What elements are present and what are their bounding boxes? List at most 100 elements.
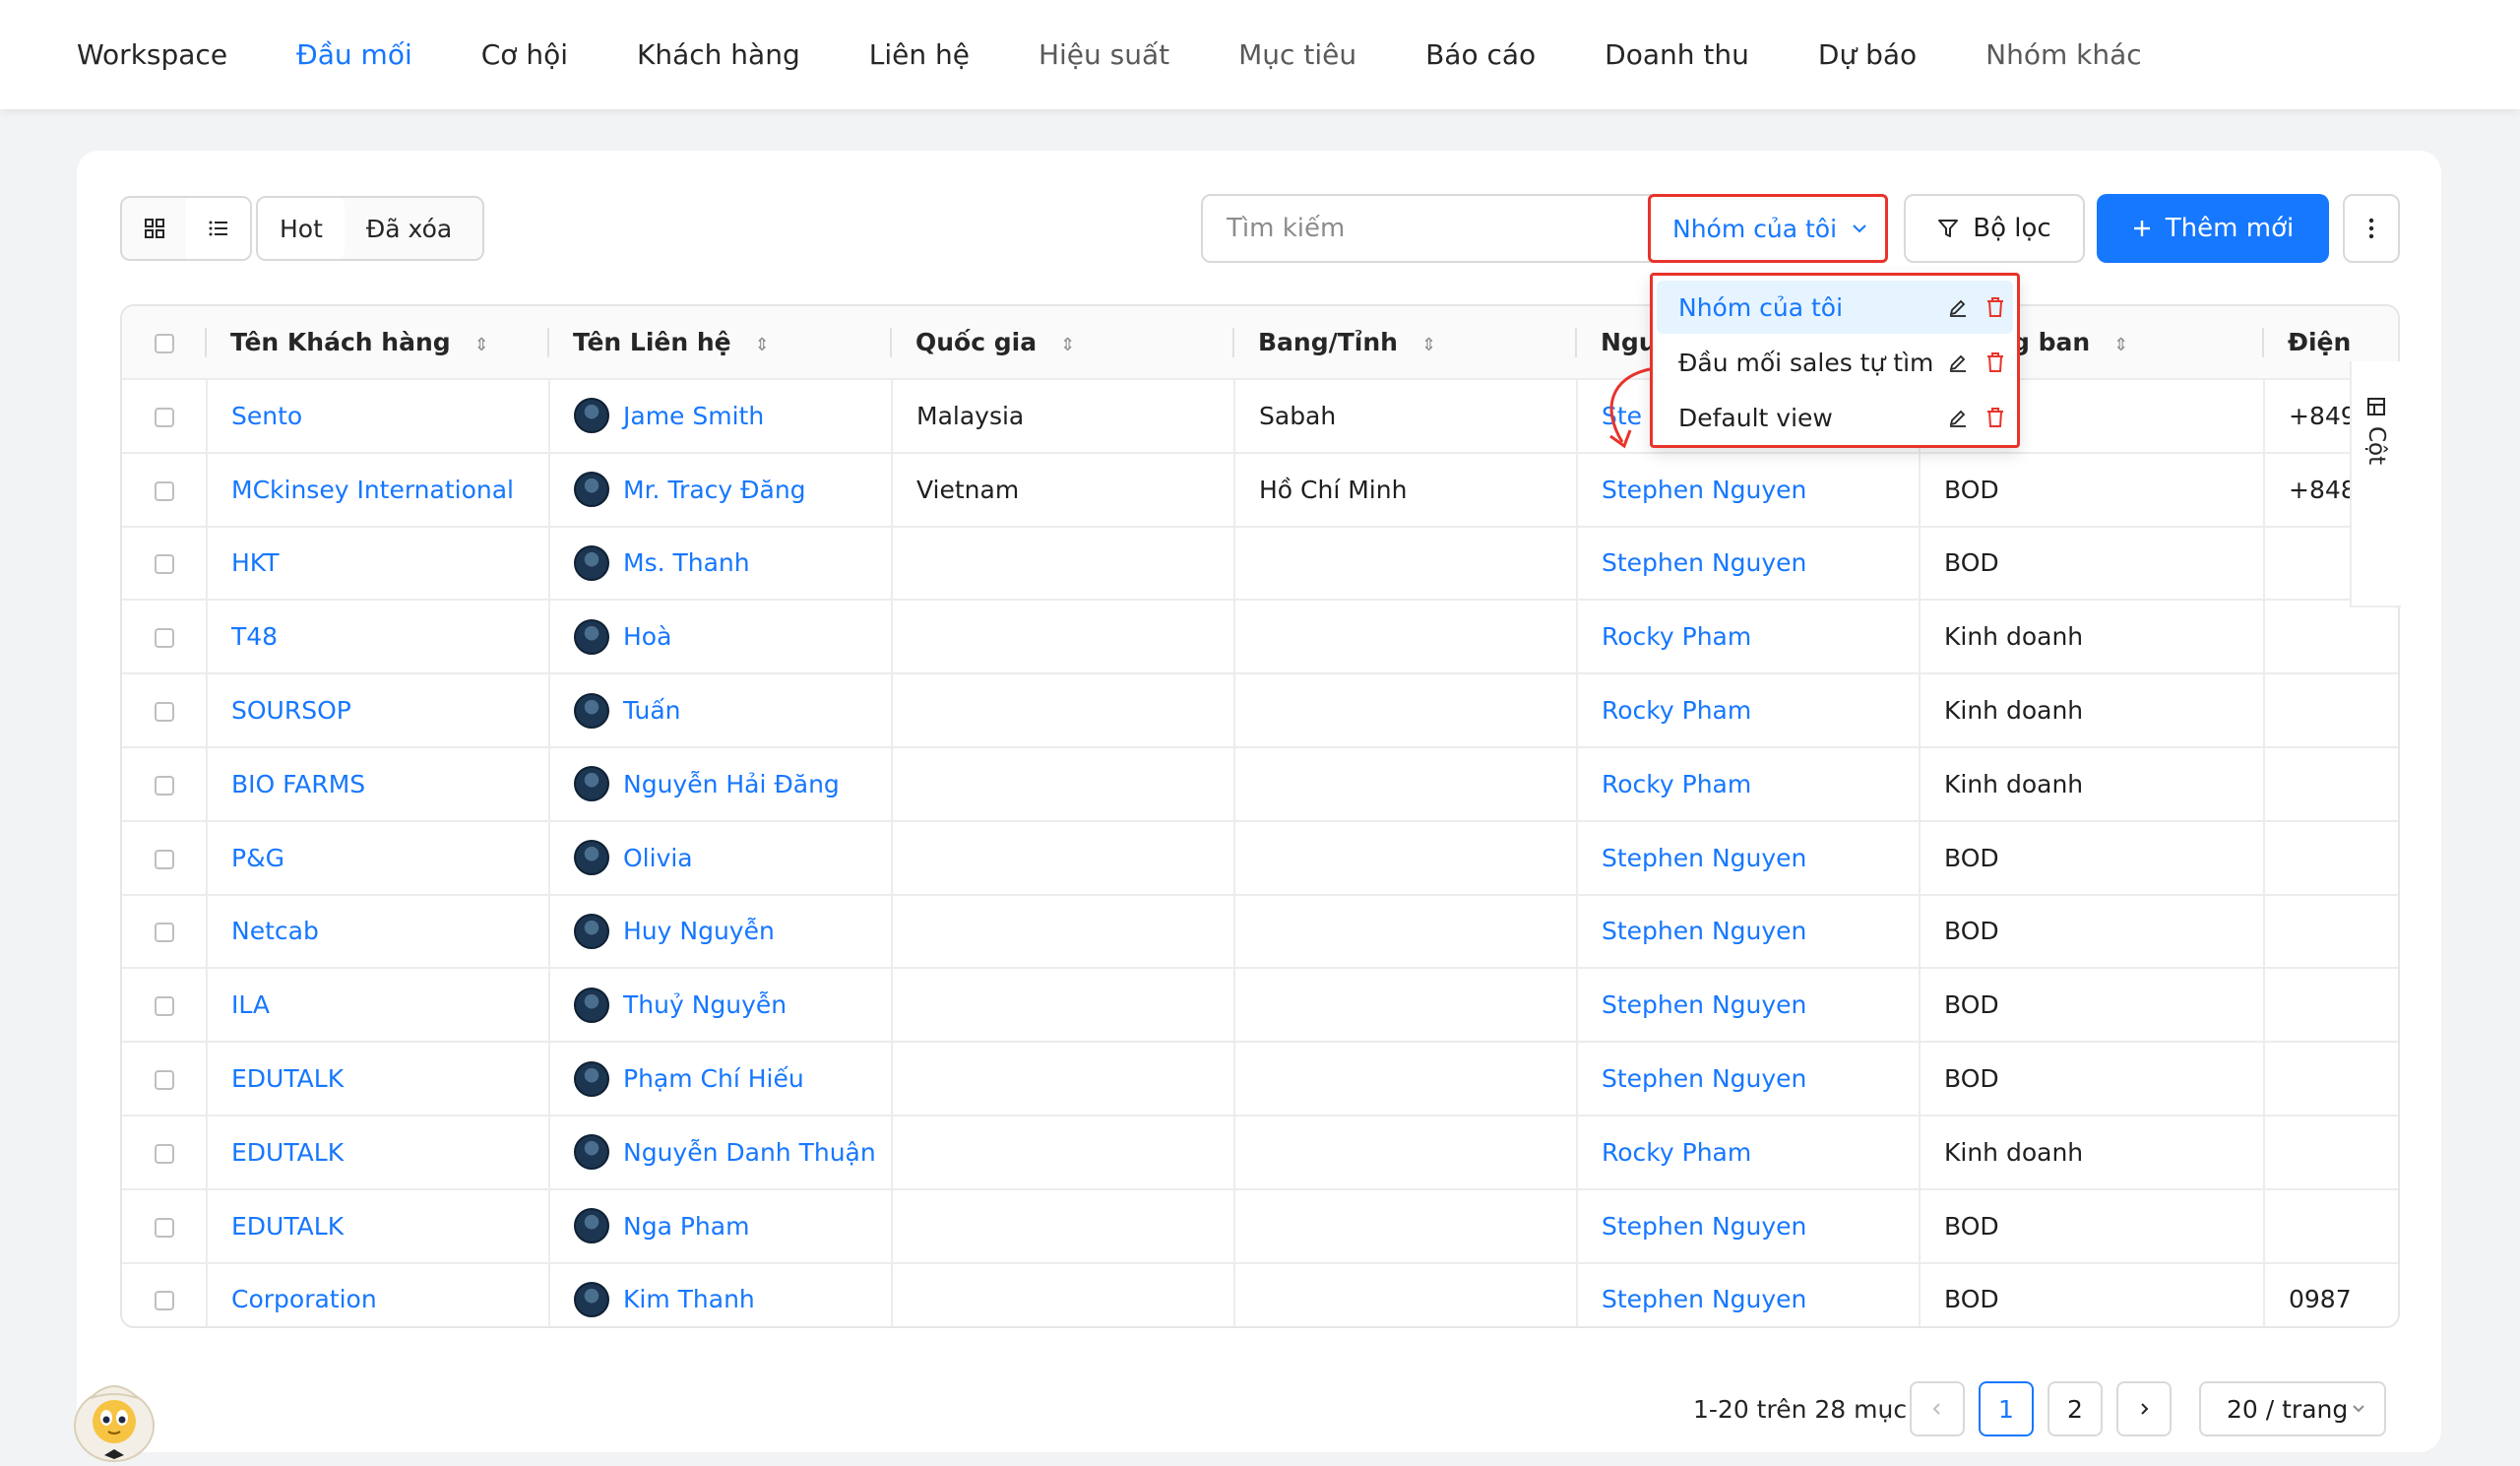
filter-button[interactable]: Bộ lọc [1904,194,2085,263]
nav-item[interactable]: Khách hàng [637,38,800,71]
row-checkbox[interactable] [154,554,174,575]
select-all-checkbox[interactable] [155,334,174,353]
row-checkbox[interactable] [154,849,174,869]
page-size-select[interactable]: 20 / trang [2199,1381,2386,1436]
sort-icon[interactable]: ⇕ [474,335,489,355]
dropdown-item[interactable]: Default view [1657,391,2013,444]
table-row[interactable]: EDUTALK Phạm Chí Hiếu Stephen Nguyen BOD [122,1042,2398,1116]
contact-link[interactable]: Ms. Thanh [574,544,867,581]
owner-link[interactable]: Rocky Pham [1602,622,1751,651]
nav-item[interactable]: Cơ hội [481,38,568,71]
row-checkbox[interactable] [154,407,174,427]
table-row[interactable]: T48 Hoà Rocky Pham Kinh doanh [122,600,2398,675]
customer-link[interactable]: T48 [231,622,278,651]
delete-icon[interactable] [1985,407,2005,428]
customer-link[interactable]: P&G [231,844,284,872]
sort-icon[interactable]: ⇕ [2113,335,2128,355]
customer-link[interactable]: HKT [231,548,280,577]
more-options-button[interactable] [2343,194,2400,263]
owner-link[interactable]: Rocky Pham [1602,770,1751,798]
table-row[interactable]: EDUTALK Nga Pham Stephen Nguyen BOD [122,1188,2398,1264]
owner-link[interactable]: Stephen Nguyen [1602,1212,1806,1241]
table-row[interactable]: Netcab Huy Nguyễn Stephen Nguyen BOD [122,894,2398,970]
sort-icon[interactable]: ⇕ [1421,335,1436,355]
contact-link[interactable]: Tuấn [574,692,867,729]
row-checkbox[interactable] [154,1070,174,1091]
row-checkbox[interactable] [154,1217,174,1238]
table-row[interactable]: BIO FARMS Nguyễn Hải Đăng Rocky Pham Kinh d… [122,746,2398,822]
table-row[interactable]: EDUTALK Nguyễn Danh Thuận Rocky Pham Kinh d… [122,1115,2398,1190]
table-row[interactable]: ILA Thuỷ Nguyễn Stephen Nguyen BOD [122,968,2398,1044]
view-select[interactable]: Nhóm của tôi [1648,194,1888,263]
contact-link[interactable]: Kim Thanh [574,1281,867,1317]
contact-link[interactable]: Nguyễn Danh Thuận [574,1134,876,1171]
edit-icon[interactable] [1948,297,1968,317]
nav-item[interactable]: Liên hệ [869,38,970,71]
nav-item[interactable]: Dự báo [1818,38,1917,71]
prev-page-button[interactable] [1910,1381,1965,1436]
table-row[interactable]: Corporation Kim Thanh Stephen Nguyen BOD 098… [122,1262,2398,1326]
add-new-button[interactable]: Thêm mới [2097,194,2329,263]
contact-link[interactable]: Nguyễn Hải Đăng [574,766,867,802]
owner-link[interactable]: Rocky Pham [1602,1138,1751,1167]
header-contact[interactable]: Tên Liên hệ ⇕ [549,306,892,380]
owner-link[interactable]: Stephen Nguyen [1602,990,1806,1019]
contact-link[interactable]: Phạm Chí Hiếu [574,1060,867,1097]
segment-deleted[interactable]: Đã xóa [344,198,474,259]
contact-link[interactable]: Nga Pham [574,1208,867,1244]
next-page-button[interactable] [2116,1381,2172,1436]
nav-item[interactable]: Đầu mối [296,38,412,71]
owner-link[interactable]: Rocky Pham [1602,696,1751,725]
owner-link[interactable]: Stephen Nguyen [1602,1064,1806,1093]
grid-view-button[interactable] [122,198,186,259]
contact-link[interactable]: Olivia [574,840,867,876]
mascot-icon[interactable] [69,1374,159,1463]
row-checkbox[interactable] [154,1291,174,1311]
page-button-1[interactable]: 1 [1979,1381,2034,1436]
owner-link[interactable]: Stephen Nguyen [1602,917,1806,945]
dropdown-item[interactable]: Đầu mối sales tự tìm [1657,336,2013,389]
header-state[interactable]: Bang/Tỉnh ⇕ [1234,306,1577,380]
table-row[interactable]: HKT Ms. Thanh Stephen Nguyen BOD [122,526,2398,602]
row-checkbox[interactable] [154,775,174,796]
edit-icon[interactable] [1948,352,1968,372]
contact-link[interactable]: Huy Nguyễn [574,913,867,949]
column-settings-tab[interactable]: Cột [2350,361,2401,607]
customer-link[interactable]: SOURSOP [231,696,351,725]
customer-link[interactable]: EDUTALK [231,1212,344,1241]
sort-icon[interactable]: ⇕ [755,335,770,355]
nav-item[interactable]: Hiệu suất [1039,38,1169,71]
nav-item[interactable]: Nhóm khác [1985,38,2142,71]
contact-link[interactable]: Hoà [574,618,867,655]
customer-link[interactable]: ILA [231,990,270,1019]
owner-link[interactable]: Stephen Nguyen [1602,548,1806,577]
row-checkbox[interactable] [154,923,174,943]
table-row[interactable]: Sento Jame Smith Malaysia Sabah Ste +849 [122,379,2398,454]
table-row[interactable]: P&G Olivia Stephen Nguyen BOD [122,820,2398,896]
customer-link[interactable]: MCkinsey International [231,476,514,504]
sort-icon[interactable]: ⇕ [1060,335,1075,355]
row-checkbox[interactable] [154,996,174,1017]
contact-link[interactable]: Mr. Tracy Đăng [574,472,867,508]
dropdown-item[interactable]: Nhóm của tôi [1657,281,2013,334]
customer-link[interactable]: BIO FARMS [231,770,365,798]
table-row[interactable]: MCkinsey International Mr. Tracy Đăng Viet… [122,452,2398,528]
row-checkbox[interactable] [154,1143,174,1164]
page-button-2[interactable]: 2 [2048,1381,2103,1436]
search-input[interactable] [1227,214,1664,243]
customer-link[interactable]: Sento [231,402,302,430]
customer-link[interactable]: EDUTALK [231,1138,344,1167]
delete-icon[interactable] [1985,351,2005,373]
customer-link[interactable]: EDUTALK [231,1064,344,1093]
nav-item[interactable]: Báo cáo [1425,38,1536,71]
row-checkbox[interactable] [154,702,174,723]
delete-icon[interactable] [1985,296,2005,318]
owner-link[interactable]: Stephen Nguyen [1602,476,1806,504]
nav-item[interactable]: Mục tiêu [1238,38,1356,71]
segment-hot[interactable]: Hot [258,198,345,259]
header-customer[interactable]: Tên Khách hàng ⇕ [207,306,549,380]
nav-item[interactable]: Doanh thu [1605,38,1749,71]
contact-link[interactable]: Jame Smith [574,398,867,434]
customer-link[interactable]: Netcab [231,917,319,945]
owner-link[interactable]: Stephen Nguyen [1602,844,1806,872]
